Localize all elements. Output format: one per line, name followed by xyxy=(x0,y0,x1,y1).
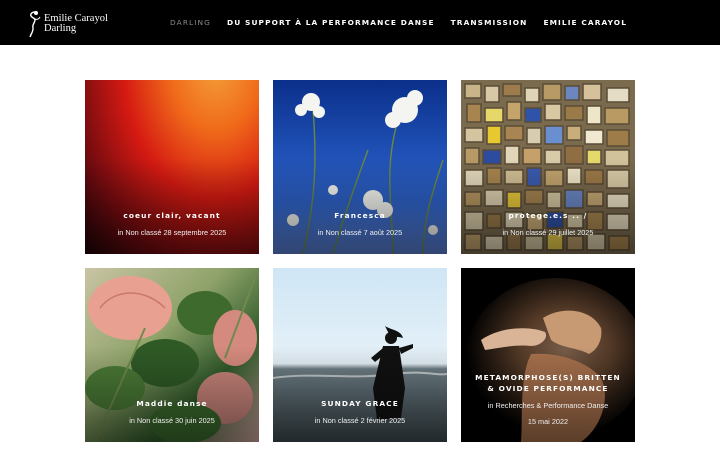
post-caption: SUNDAY GRACE in Non classé 2 février 202… xyxy=(273,398,447,425)
post-meta: in Non classé 7 août 2025 xyxy=(317,228,403,237)
post-meta: in Non classé 2 février 2025 xyxy=(314,416,406,425)
dancer-logo-icon xyxy=(29,11,41,38)
nav-item-darling[interactable]: DARLING xyxy=(170,18,211,27)
nav-item-emilie-carayol[interactable]: EMILIE CARAYOL xyxy=(543,18,627,27)
post-title[interactable]: Maddie danse xyxy=(85,398,259,409)
post-meta: in Non classé 28 septembre 2025 xyxy=(117,228,227,237)
post-caption: protege.e.s .. / in Non classé 29 juille… xyxy=(461,210,635,237)
post-card[interactable]: Maddie danse in Non classé 30 juin 2025 xyxy=(85,268,259,442)
post-card[interactable]: protege.e.s .. / in Non classé 29 juille… xyxy=(461,80,635,254)
logo-line-2: Darling xyxy=(44,23,77,34)
post-date: 15 mai 2022 xyxy=(527,417,569,426)
logo-text: Emilie Carayol Darling xyxy=(44,13,108,34)
site-header: Emilie Carayol Darling DARLING DU SUPPOR… xyxy=(0,0,720,45)
post-title[interactable]: Francesca xyxy=(273,210,447,221)
post-caption: METAMORPHOSE(S) BRITTEN & OVIDE PERFORMA… xyxy=(461,372,635,426)
post-caption: Francesca in Non classé 7 août 2025 xyxy=(273,210,447,237)
nav-item-support-performance[interactable]: DU SUPPORT À LA PERFORMANCE DANSE xyxy=(227,18,435,27)
post-card[interactable]: METAMORPHOSE(S) BRITTEN & OVIDE PERFORMA… xyxy=(461,268,635,442)
post-card[interactable]: SUNDAY GRACE in Non classé 2 février 202… xyxy=(273,268,447,442)
post-title[interactable]: protege.e.s .. / xyxy=(461,210,635,221)
post-card[interactable]: Francesca in Non classé 7 août 2025 xyxy=(273,80,447,254)
main-nav: DARLING DU SUPPORT À LA PERFORMANCE DANS… xyxy=(170,0,643,45)
nav-item-transmission[interactable]: TRANSMISSION xyxy=(451,18,528,27)
post-title[interactable]: coeur clair, vacant xyxy=(85,210,259,221)
post-title[interactable]: SUNDAY GRACE xyxy=(273,398,447,409)
site-logo[interactable]: Emilie Carayol Darling xyxy=(26,10,116,38)
post-meta: in Recherches & Performance Danse xyxy=(487,401,609,410)
post-meta: in Non classé 29 juillet 2025 xyxy=(502,228,594,237)
post-caption: coeur clair, vacant in Non classé 28 sep… xyxy=(85,210,259,237)
post-meta: in Non classé 30 juin 2025 xyxy=(129,416,215,425)
post-caption: Maddie danse in Non classé 30 juin 2025 xyxy=(85,398,259,425)
post-card[interactable]: coeur clair, vacant in Non classé 28 sep… xyxy=(85,80,259,254)
post-title[interactable]: METAMORPHOSE(S) BRITTEN & OVIDE PERFORMA… xyxy=(461,372,635,394)
